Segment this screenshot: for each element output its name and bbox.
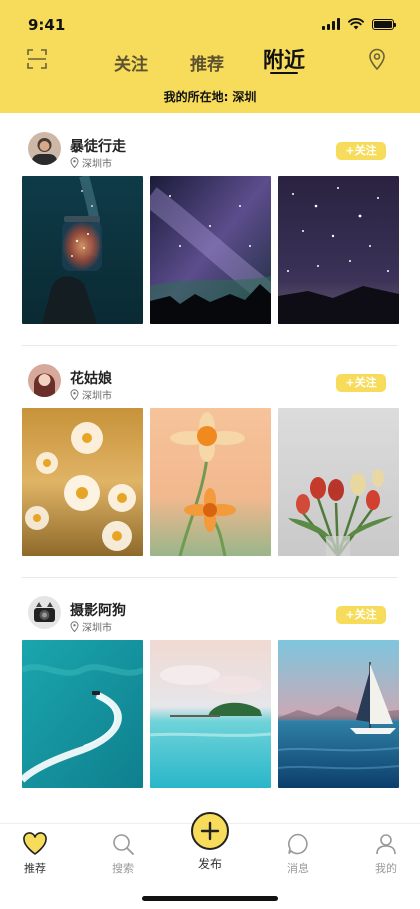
tab-search[interactable]: 搜索 xyxy=(93,832,153,876)
photo-row xyxy=(22,176,399,324)
post-location: 深圳市 xyxy=(70,387,112,402)
status-time: 9:41 xyxy=(28,16,66,34)
location-pin-icon[interactable] xyxy=(368,48,386,70)
photo-thumbnail[interactable] xyxy=(150,176,271,324)
tab-profile[interactable]: 我的 xyxy=(356,832,416,876)
avatar[interactable] xyxy=(28,596,61,629)
tab-recommend[interactable]: 推荐 xyxy=(5,832,65,876)
photo-thumbnail[interactable] xyxy=(22,176,143,324)
message-icon xyxy=(288,833,308,855)
photo-thumbnail[interactable] xyxy=(278,176,399,324)
photo-thumbnail[interactable] xyxy=(22,640,143,788)
photo-thumbnail[interactable] xyxy=(278,640,399,788)
tab-nearby[interactable]: 附近 xyxy=(263,44,305,74)
post-username[interactable]: 花姑娘 xyxy=(70,368,112,388)
follow-button[interactable]: +关注 xyxy=(336,142,386,160)
post-username[interactable]: 摄影阿狗 xyxy=(70,600,126,620)
location-pin-icon xyxy=(70,621,79,632)
tab-recommended[interactable]: 推荐 xyxy=(190,50,224,75)
cellular-signal-icon xyxy=(322,18,340,30)
photo-thumbnail[interactable] xyxy=(278,408,399,556)
wifi-icon xyxy=(348,18,364,30)
post-city: 深圳市 xyxy=(82,159,112,170)
plus-icon xyxy=(191,812,229,850)
avatar[interactable] xyxy=(28,364,61,397)
battery-icon xyxy=(372,18,396,30)
location-value: 深圳 xyxy=(232,90,257,104)
heart-icon xyxy=(23,832,47,855)
current-location: 我的所在地: 深圳 xyxy=(0,88,420,105)
follow-button[interactable]: +关注 xyxy=(336,374,386,392)
location-pin-icon xyxy=(70,389,79,400)
follow-button[interactable]: +关注 xyxy=(336,606,386,624)
tab-label: 发布 xyxy=(197,857,222,871)
post-city: 深圳市 xyxy=(82,623,112,634)
tab-label: 我的 xyxy=(375,862,397,875)
publish-button[interactable]: 发布 xyxy=(180,812,240,872)
post-divider xyxy=(22,345,398,346)
post-city: 深圳市 xyxy=(82,391,112,402)
photo-thumbnail[interactable] xyxy=(150,408,271,556)
home-indicator[interactable] xyxy=(142,896,278,901)
photo-row xyxy=(22,640,399,788)
post-username[interactable]: 暴徒行走 xyxy=(70,136,126,156)
tab-label: 推荐 xyxy=(24,862,46,875)
location-pin-icon xyxy=(70,157,79,168)
feed-tabs: 关注 推荐 附近 xyxy=(0,44,420,84)
search-icon xyxy=(113,834,134,855)
active-tab-indicator xyxy=(270,72,298,74)
tab-label: 搜索 xyxy=(112,862,134,875)
avatar[interactable] xyxy=(28,132,61,165)
tab-label: 消息 xyxy=(287,862,309,875)
photo-thumbnail[interactable] xyxy=(150,640,271,788)
photo-thumbnail[interactable] xyxy=(22,408,143,556)
photo-row xyxy=(22,408,399,556)
status-icons xyxy=(322,18,396,30)
post-divider xyxy=(22,577,398,578)
top-header: 9:41 关注 推荐 附近 我的所在地: 深圳 xyxy=(0,0,420,113)
status-bar: 9:41 xyxy=(0,0,420,44)
tab-messages[interactable]: 消息 xyxy=(268,832,328,876)
user-icon xyxy=(376,834,396,855)
post-location: 深圳市 xyxy=(70,619,112,634)
post-location: 深圳市 xyxy=(70,155,112,170)
tab-following[interactable]: 关注 xyxy=(114,50,148,75)
location-label: 我的所在地: xyxy=(163,90,229,104)
